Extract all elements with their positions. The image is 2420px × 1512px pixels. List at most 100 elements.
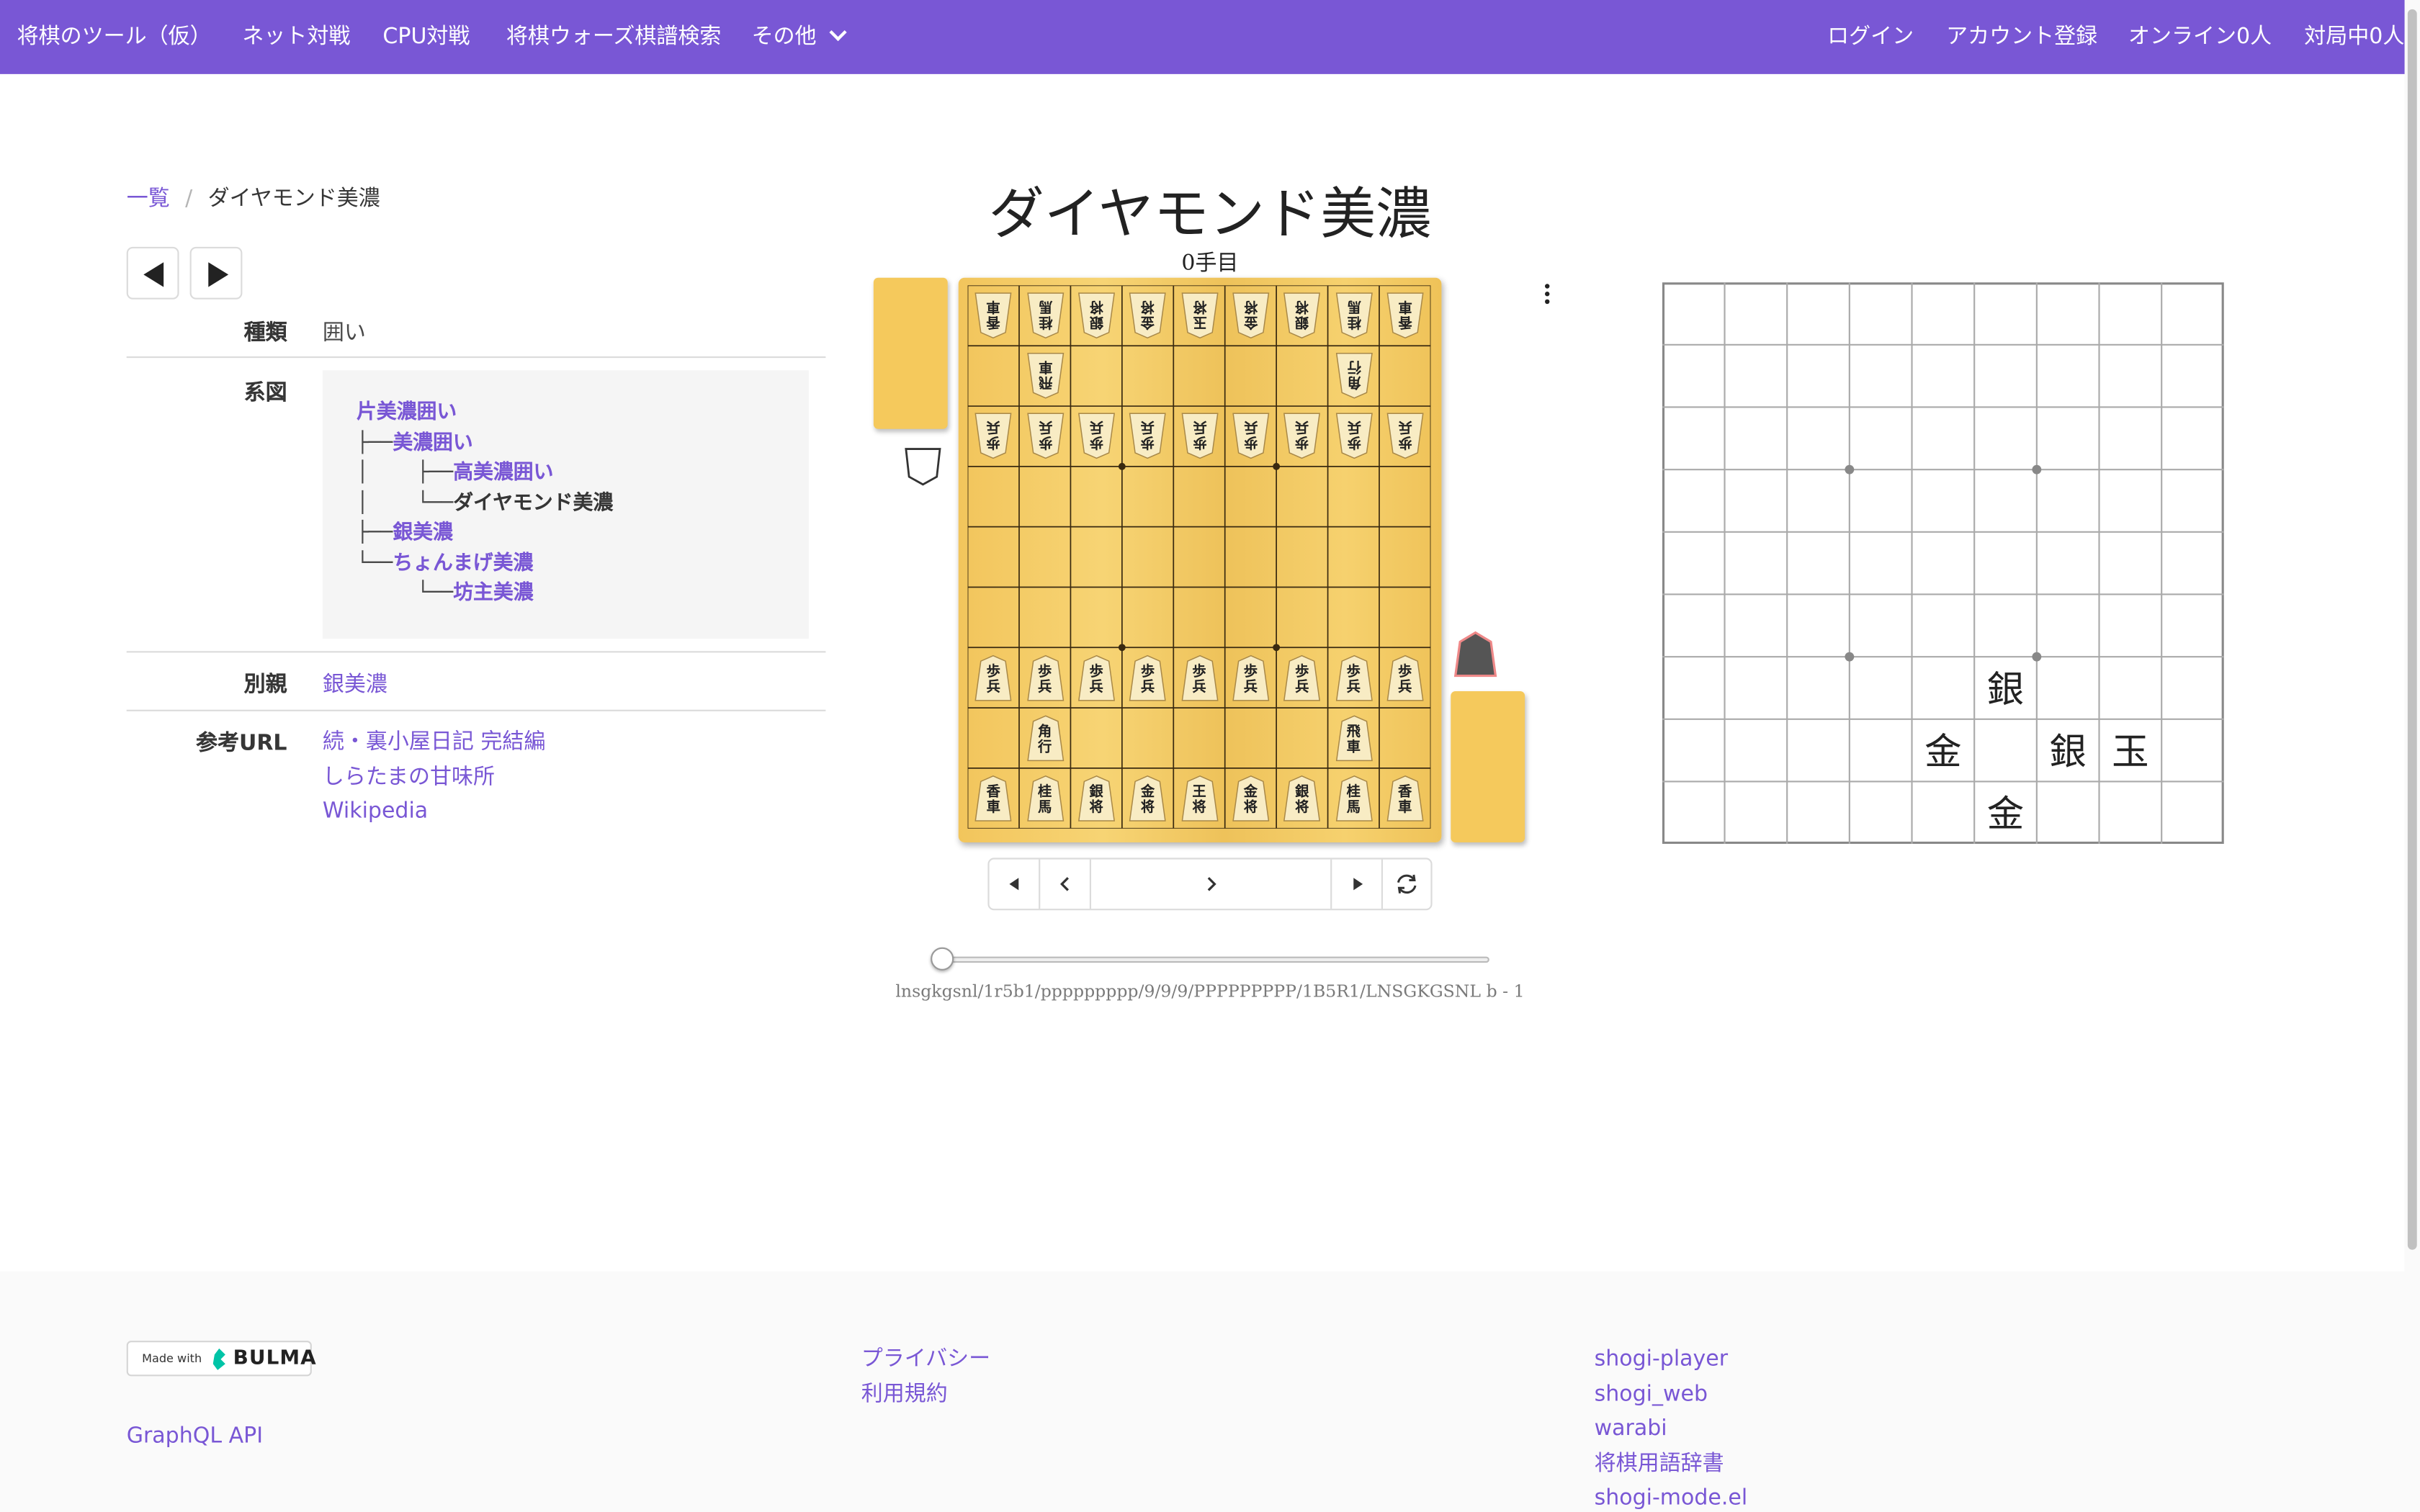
piece-char: 歩 xyxy=(986,433,1000,450)
shogi-piece[interactable]: 歩兵 xyxy=(974,654,1013,701)
ref-link[interactable]: しらたまの甘味所 xyxy=(323,765,495,789)
piece-char: 歩 xyxy=(1243,664,1258,680)
footer-link[interactable]: shogi_web xyxy=(1595,1382,1708,1406)
nav-cpu-battle[interactable]: CPU対戦 xyxy=(382,0,470,74)
nav-wars-search[interactable]: 将棋ウォーズ棋譜検索 xyxy=(506,0,722,74)
shogi-piece[interactable]: 香車 xyxy=(1386,292,1425,339)
piece-char: 歩 xyxy=(1089,433,1103,450)
shogi-piece[interactable]: 桂馬 xyxy=(1026,775,1065,822)
shogi-piece[interactable]: 銀将 xyxy=(1283,292,1322,339)
tree-link[interactable]: 片美濃囲い xyxy=(357,401,457,424)
alias-link[interactable]: 銀美濃 xyxy=(323,668,387,699)
next-move-button[interactable] xyxy=(1091,859,1332,909)
shogi-piece[interactable]: 歩兵 xyxy=(1129,413,1168,460)
shogi-piece[interactable]: 桂馬 xyxy=(1335,292,1373,339)
shogi-piece[interactable]: 王将 xyxy=(1180,775,1219,822)
piece-char: 兵 xyxy=(1089,418,1103,434)
nav-brand[interactable]: 将棋のツール（仮） xyxy=(17,0,212,74)
shogi-piece[interactable]: 飛車 xyxy=(1335,714,1373,762)
shogi-piece[interactable]: 金将 xyxy=(1129,775,1168,822)
slider-thumb[interactable] xyxy=(931,947,954,971)
shogi-piece[interactable]: 歩兵 xyxy=(974,413,1013,460)
next-item-button[interactable] xyxy=(189,246,243,300)
first-move-button[interactable] xyxy=(990,859,1041,909)
shogi-piece[interactable]: 香車 xyxy=(1386,775,1425,822)
footer xyxy=(0,1271,2420,1512)
shogi-piece[interactable]: 桂馬 xyxy=(1026,292,1065,339)
piece-char: 兵 xyxy=(1295,680,1309,696)
shogi-piece[interactable]: 歩兵 xyxy=(1077,654,1116,701)
piece-char: 兵 xyxy=(1398,680,1412,696)
tree-node: └──坊主美濃 xyxy=(356,581,534,605)
ref-link[interactable]: 続・裏小屋日記 完結編 xyxy=(323,730,546,755)
shogi-board[interactable]: 香車桂馬銀将金将玉将金将銀将桂馬香車飛車角行歩兵歩兵歩兵歩兵歩兵歩兵歩兵歩兵歩兵… xyxy=(958,277,1442,843)
shogi-piece[interactable]: 角行 xyxy=(1026,714,1065,762)
shogi-piece[interactable]: 歩兵 xyxy=(1335,413,1373,460)
flip-board-button[interactable] xyxy=(1383,860,1430,909)
more-menu-icon[interactable] xyxy=(1545,284,1551,307)
shogi-piece[interactable]: 歩兵 xyxy=(1232,413,1270,460)
move-slider[interactable] xyxy=(931,947,1492,972)
shogi-piece[interactable]: 角行 xyxy=(1335,352,1373,400)
page-scrollbar[interactable] xyxy=(2404,0,2420,1272)
shogi-piece[interactable]: 歩兵 xyxy=(1180,413,1219,460)
prev-item-button[interactable] xyxy=(126,246,179,300)
last-move-button[interactable] xyxy=(1332,859,1383,909)
shogi-piece[interactable]: 銀将 xyxy=(1077,775,1116,822)
terms-link[interactable]: 利用規約 xyxy=(861,1382,948,1406)
breadcrumb-parent-link[interactable]: 一覧 xyxy=(127,186,170,211)
piece-char: 兵 xyxy=(1192,418,1206,434)
shogi-piece[interactable]: 歩兵 xyxy=(1180,654,1219,701)
white-hand[interactable] xyxy=(873,277,948,429)
footer-link[interactable]: shogi-mode.el xyxy=(1595,1486,1748,1511)
shogi-piece[interactable]: 銀将 xyxy=(1283,775,1322,822)
shogi-piece[interactable]: 金将 xyxy=(1232,292,1270,339)
piece-char: 角 xyxy=(1038,724,1052,741)
footer-link[interactable]: shogi-player xyxy=(1595,1347,1729,1372)
tree-label: 系図 xyxy=(243,381,287,406)
shogi-piece[interactable]: 桂馬 xyxy=(1335,775,1373,822)
ref-link[interactable]: Wikipedia xyxy=(323,799,428,824)
divider xyxy=(126,651,826,653)
footer-link[interactable]: 将棋用語辞書 xyxy=(1595,1451,1724,1475)
prev-move-button[interactable] xyxy=(1040,859,1091,909)
nav-login[interactable]: ログイン xyxy=(1827,0,1914,74)
shogi-piece[interactable]: 金将 xyxy=(1232,775,1270,822)
shogi-piece[interactable]: 歩兵 xyxy=(1283,654,1322,701)
nav-playing-count[interactable]: 対局中0人 xyxy=(2304,0,2404,74)
shogi-piece[interactable]: 歩兵 xyxy=(1232,654,1270,701)
shogi-piece[interactable]: 歩兵 xyxy=(1026,654,1065,701)
footer-link[interactable]: warabi xyxy=(1595,1416,1667,1441)
shogi-piece[interactable]: 歩兵 xyxy=(1386,654,1425,701)
graphql-api-link[interactable]: GraphQL API xyxy=(127,1419,263,1454)
tree-link[interactable]: 美濃囲い xyxy=(393,431,472,454)
tree-node: │ ├──高美濃囲い xyxy=(356,461,554,485)
tree-link[interactable]: 銀美濃 xyxy=(393,521,453,544)
shogi-piece[interactable]: 歩兵 xyxy=(1129,654,1168,701)
shogi-piece[interactable]: 飛車 xyxy=(1026,352,1065,400)
black-hand[interactable] xyxy=(1451,691,1525,842)
nav-signup[interactable]: アカウント登録 xyxy=(1946,0,2097,74)
scrollbar-thumb[interactable] xyxy=(2407,9,2417,1250)
shogi-piece[interactable]: 香車 xyxy=(974,292,1013,339)
shogi-piece[interactable]: 歩兵 xyxy=(1386,413,1425,460)
nav-more-dropdown[interactable]: その他 xyxy=(752,0,847,74)
shogi-piece[interactable]: 歩兵 xyxy=(1077,413,1116,460)
made-with-bulma-badge[interactable]: Made with BULMA xyxy=(126,1341,316,1377)
shogi-piece[interactable]: 歩兵 xyxy=(1283,413,1322,460)
tree-link[interactable]: 坊主美濃 xyxy=(453,582,533,605)
shogi-piece[interactable]: 銀将 xyxy=(1077,292,1116,339)
piece-char: 兵 xyxy=(1140,418,1155,434)
shogi-piece[interactable]: 歩兵 xyxy=(1335,654,1373,701)
nav-online-count[interactable]: オンライン0人 xyxy=(2128,0,2272,74)
chevron-left-icon xyxy=(1060,877,1069,891)
shogi-piece[interactable]: 玉将 xyxy=(1180,292,1219,339)
nav-net-battle[interactable]: ネット対戦 xyxy=(242,0,350,74)
shogi-piece[interactable]: 歩兵 xyxy=(1026,413,1065,460)
playback-controls xyxy=(987,858,1433,911)
shogi-piece[interactable]: 金将 xyxy=(1129,292,1168,339)
tree-link[interactable]: ちょんまげ美濃 xyxy=(393,552,533,575)
privacy-link[interactable]: プライバシー xyxy=(861,1347,990,1372)
tree-link[interactable]: 高美濃囲い xyxy=(453,462,553,485)
shogi-piece[interactable]: 香車 xyxy=(974,775,1013,822)
